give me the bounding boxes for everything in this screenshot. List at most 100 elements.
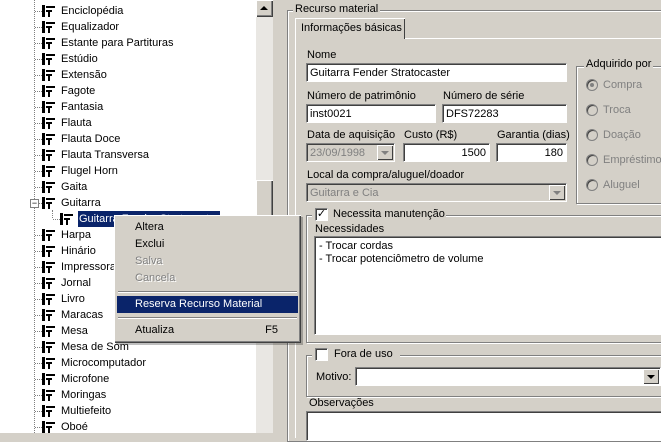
chevron-down-icon	[647, 375, 655, 379]
adquirido-option[interactable]: Troca	[586, 103, 661, 117]
date-dropdown-button[interactable]	[377, 145, 393, 160]
adquirido-option[interactable]: Aluguel	[586, 178, 661, 192]
tree-item-label: Livro	[61, 293, 85, 305]
menu-item-exclui[interactable]: Exclui	[117, 236, 298, 253]
tree-item-label: Multiefeito	[61, 405, 112, 417]
resource-icon	[42, 405, 55, 417]
nome-field[interactable]: Guitarra Fender Stratocaster	[306, 63, 567, 82]
adquirido-option[interactable]: Empréstimo	[586, 153, 661, 167]
menu-item-atualiza[interactable]: Atualiza F5	[117, 322, 298, 339]
data-aquisicao-picker[interactable]: 23/09/1998	[306, 143, 395, 162]
tree-item[interactable]: Flauta Doce	[0, 131, 258, 147]
radio-dot	[590, 83, 594, 87]
tree-item[interactable]: Fagote	[0, 83, 258, 99]
motivo-dropdown-button[interactable]	[643, 369, 659, 384]
necessidades-memo[interactable]: - Trocar cordas - Trocar potenciômetro d…	[314, 236, 661, 335]
tree-item[interactable]: Microcomputador	[0, 355, 258, 371]
menu-separator	[118, 291, 297, 293]
tree-connector-line	[35, 27, 42, 28]
tree-connector-line	[35, 299, 42, 300]
resource-icon	[42, 277, 55, 289]
observacoes-memo[interactable]	[306, 411, 661, 441]
tree-connector-line	[35, 315, 42, 316]
radio-icon	[586, 179, 598, 191]
resource-icon	[42, 85, 55, 97]
observacoes-label: Observações	[309, 397, 374, 409]
tree-item-label: Fantasia	[61, 101, 104, 113]
adquirido-option[interactable]: Compra	[586, 78, 661, 92]
checkmark-icon: ✓	[316, 208, 327, 220]
serie-label: Número de série	[443, 90, 525, 102]
local-label: Local da compra/aluguel/doador	[307, 169, 465, 181]
tree-connector-line	[35, 59, 42, 60]
tree-connector-line	[35, 43, 42, 44]
resource-icon	[42, 229, 55, 241]
resource-icon	[42, 293, 55, 305]
tree-item[interactable]: Moringas	[0, 387, 258, 403]
tree-item[interactable]: Flauta Transversa	[0, 147, 258, 163]
tree-item-label: Microcomputador	[61, 357, 146, 369]
resource-icon	[42, 117, 55, 129]
resource-icon	[42, 37, 55, 49]
manutencao-label: Necessita manutenção	[333, 208, 445, 220]
local-dropdown-button[interactable]	[549, 185, 565, 200]
tree-item-label: Moringas	[61, 389, 107, 401]
adquirido-option-label: Empréstimo	[603, 154, 661, 166]
motivo-combo[interactable]	[355, 367, 661, 386]
tree-item[interactable]: Extensão	[0, 67, 258, 83]
resource-icon	[42, 149, 55, 161]
tree-connector-line	[35, 139, 42, 140]
tree-item-label: Maracas	[61, 309, 104, 321]
tree-connector-line	[35, 107, 42, 108]
garantia-label: Garantia (dias)	[497, 129, 570, 141]
scroll-thumb[interactable]	[256, 180, 273, 218]
resource-icon	[42, 165, 55, 177]
tab-informacoes-basicas[interactable]: Informações básicas	[295, 18, 405, 39]
tree-item[interactable]: Microfone	[0, 371, 258, 387]
scroll-up-button[interactable]	[256, 0, 273, 17]
necessidades-label: Necessidades	[315, 223, 385, 235]
tree-connector-line	[35, 251, 42, 252]
tree-connector-line	[35, 395, 42, 396]
tree-item[interactable]: − Guitarra	[0, 195, 258, 211]
resource-icon	[42, 133, 55, 145]
manutencao-checkbox[interactable]: ✓	[315, 208, 328, 221]
garantia-field[interactable]: 180	[496, 143, 567, 162]
resource-icon	[42, 309, 55, 321]
tree-item[interactable]: Flauta	[0, 115, 258, 131]
tree-item-label: Flugel Horn	[61, 165, 118, 177]
tree-item[interactable]: Gaita	[0, 179, 258, 195]
tree-item[interactable]: Multiefeito	[0, 403, 258, 419]
fora-de-uso-checkbox[interactable]	[315, 348, 328, 361]
context-menu: Altera Exclui Salva Cancela Reserva Recu…	[114, 215, 301, 343]
tree-item-label: Oboé	[61, 421, 88, 433]
tree-item-label: Jornal	[61, 277, 91, 289]
tree-item[interactable]: Estante para Partituras	[0, 35, 258, 51]
tree-item-label: Flauta Doce	[61, 133, 121, 145]
adquirido-option-label: Compra	[603, 79, 643, 91]
tree-item[interactable]: Estúdio	[0, 51, 258, 67]
recurso-material-title: Recurso material	[293, 3, 381, 16]
tree-item-label: Extensão	[61, 69, 107, 81]
custo-field[interactable]: 1500	[403, 143, 490, 162]
data-aquisicao-value: 23/09/1998	[310, 147, 366, 159]
tree-item[interactable]: Oboé	[0, 419, 258, 433]
local-combo[interactable]: Guitarra e Cia	[306, 183, 567, 202]
menu-item-cancela: Cancela	[135, 272, 176, 284]
tree-item[interactable]: Equalizador	[0, 19, 258, 35]
collapse-icon[interactable]: −	[30, 199, 39, 208]
serie-field[interactable]: DFS72283	[442, 104, 567, 123]
tree-item-label: Estante para Partituras	[61, 37, 174, 49]
tree-item-label: Flauta Transversa	[61, 149, 150, 161]
radio-icon	[586, 154, 598, 166]
adquirido-option[interactable]: Doação	[586, 128, 661, 142]
tree-item[interactable]: Enciclopédia	[0, 3, 258, 19]
patrimonio-label: Número de patrimônio	[307, 90, 416, 102]
tree-item[interactable]: Flugel Horn	[0, 163, 258, 179]
tree-item[interactable]: Fantasia	[0, 99, 258, 115]
menu-item-reserva-recurso-material[interactable]: Reserva Recurso Material	[117, 296, 298, 313]
tree-item-label: Harpa	[61, 229, 91, 241]
tree-item-label: Mesa	[61, 325, 88, 337]
patrimonio-field[interactable]: inst0021	[306, 104, 436, 123]
menu-item-altera[interactable]: Altera	[117, 219, 298, 236]
